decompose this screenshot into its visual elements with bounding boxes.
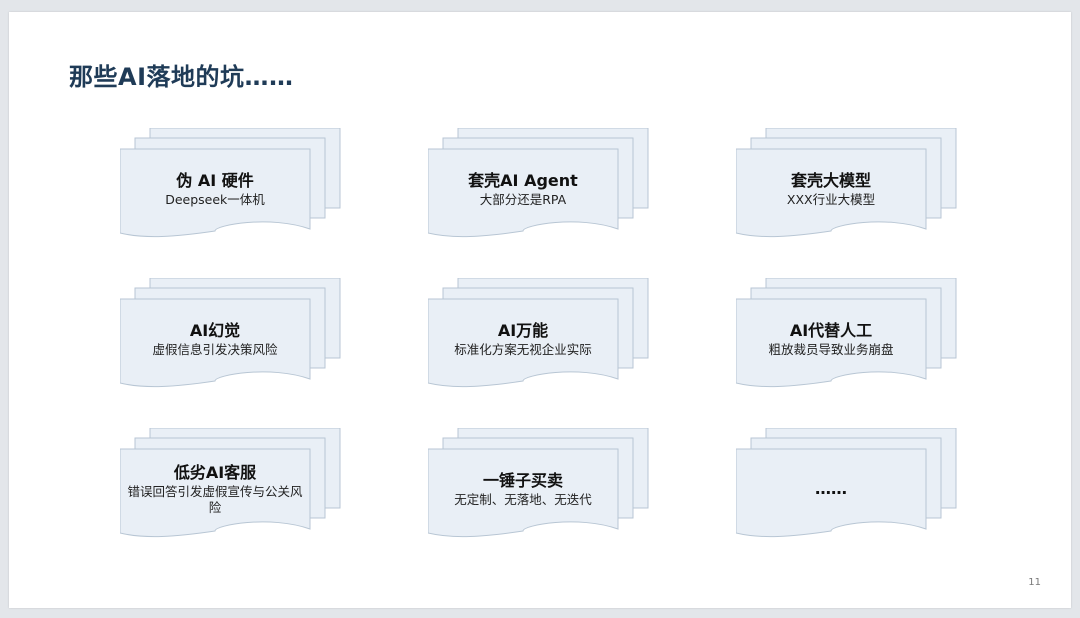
card-title: …… — [815, 479, 847, 498]
card-subtitle: 标准化方案无视企业实际 — [454, 341, 592, 357]
card-title: 套壳AI Agent — [468, 170, 578, 190]
page-number: 11 — [1028, 577, 1041, 588]
problem-card: 伪 AI 硬件 Deepseek一体机 — [120, 128, 342, 252]
card-text: AI代替人工 粗放裁员导致业务崩盘 — [736, 299, 926, 379]
card-text: 伪 AI 硬件 Deepseek一体机 — [120, 149, 310, 229]
card-subtitle: 虚假信息引发决策风险 — [152, 341, 278, 357]
slide-title: 那些AI落地的坑…… — [69, 63, 294, 91]
slide: 那些AI落地的坑…… 伪 AI 硬件 Deepseek一体机 套壳AI Agent 大… — [9, 12, 1071, 608]
problem-card: …… — [736, 428, 958, 552]
card-title: 低劣AI客服 — [173, 462, 257, 482]
card-text: 套壳大模型 XXX行业大模型 — [736, 149, 926, 229]
card-subtitle: 大部分还是RPA — [479, 191, 567, 207]
card-text: …… — [736, 449, 926, 529]
card-title: AI幻觉 — [189, 320, 241, 340]
problem-card: 套壳大模型 XXX行业大模型 — [736, 128, 958, 252]
card-title: AI代替人工 — [789, 320, 873, 340]
card-text: AI万能 标准化方案无视企业实际 — [428, 299, 618, 379]
card-title: AI万能 — [497, 320, 549, 340]
card-title: 伪 AI 硬件 — [176, 170, 254, 190]
problem-card: 套壳AI Agent 大部分还是RPA — [428, 128, 650, 252]
card-text: 套壳AI Agent 大部分还是RPA — [428, 149, 618, 229]
card-title: 一锤子买卖 — [482, 470, 563, 490]
card-subtitle: 粗放裁员导致业务崩盘 — [768, 341, 894, 357]
problem-card: 一锤子买卖 无定制、无落地、无迭代 — [428, 428, 650, 552]
card-subtitle: 错误回答引发虚假宣传与公关风险 — [127, 483, 303, 515]
problem-card: AI万能 标准化方案无视企业实际 — [428, 278, 650, 402]
card-subtitle: XXX行业大模型 — [786, 191, 876, 207]
card-text: 一锤子买卖 无定制、无落地、无迭代 — [428, 449, 618, 529]
card-title: 套壳大模型 — [790, 170, 871, 190]
problem-card: AI幻觉 虚假信息引发决策风险 — [120, 278, 342, 402]
card-text: AI幻觉 虚假信息引发决策风险 — [120, 299, 310, 379]
card-subtitle: Deepseek一体机 — [165, 191, 265, 207]
card-text: 低劣AI客服 错误回答引发虚假宣传与公关风险 — [120, 449, 310, 529]
problem-card: AI代替人工 粗放裁员导致业务崩盘 — [736, 278, 958, 402]
card-subtitle: 无定制、无落地、无迭代 — [454, 491, 592, 507]
problem-card: 低劣AI客服 错误回答引发虚假宣传与公关风险 — [120, 428, 342, 552]
